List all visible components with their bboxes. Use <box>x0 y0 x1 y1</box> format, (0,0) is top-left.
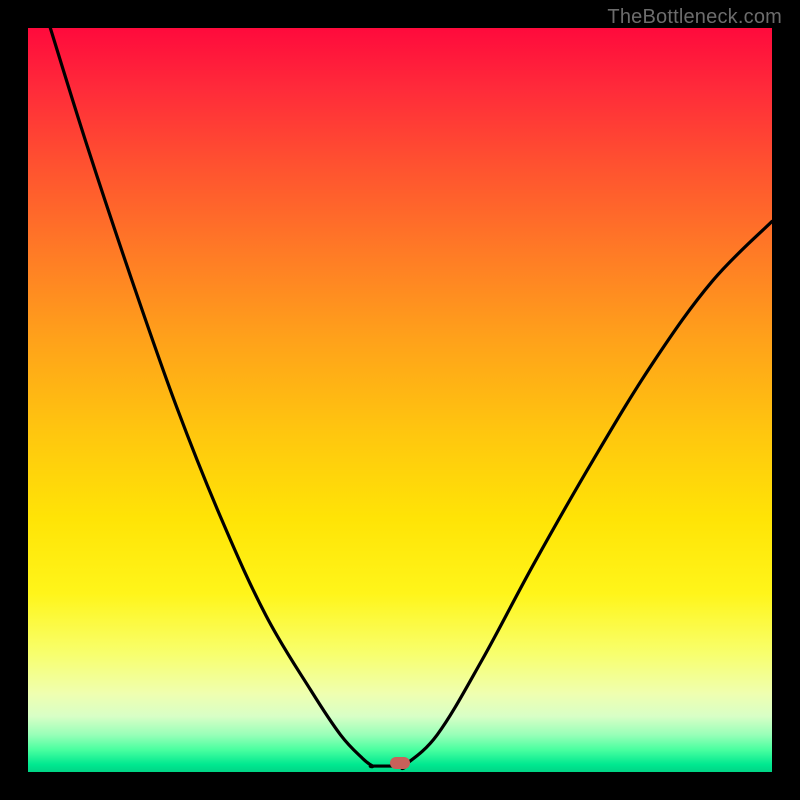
plot-area <box>28 28 772 772</box>
bottleneck-curve <box>28 28 772 772</box>
optimal-point-marker <box>390 757 410 769</box>
watermark-text: TheBottleneck.com <box>607 6 782 29</box>
chart-frame: TheBottleneck.com <box>0 0 800 800</box>
